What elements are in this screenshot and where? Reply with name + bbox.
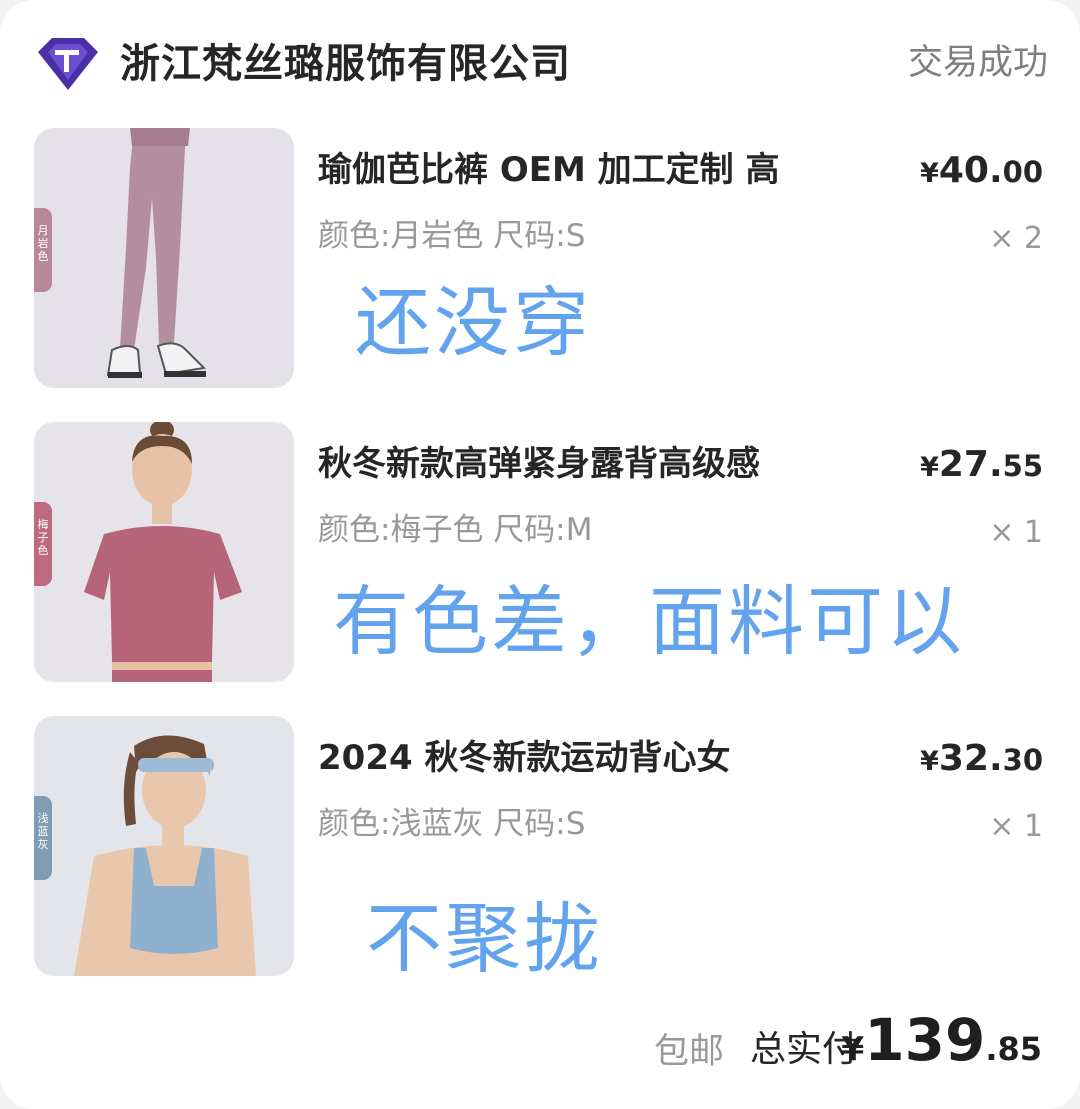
- order-summary: 包邮 总实付 ¥139.85: [0, 1000, 1080, 1096]
- shop-name[interactable]: 浙江梵丝璐服饰有限公司: [120, 36, 571, 92]
- order-item[interactable]: 浅 蓝 灰 2024 秋冬新款运动背心女 颜色:浅蓝灰 尺码:S ¥32.30 …: [0, 716, 1080, 983]
- review-annotation: 不聚拢: [366, 894, 603, 983]
- product-title[interactable]: 秋冬新款高弹紧身露背高级感: [318, 442, 878, 486]
- color-tag: 月 岩 色: [34, 208, 52, 292]
- product-price: ¥32.30: [920, 738, 1043, 779]
- product-quantity: × 1: [989, 515, 1043, 550]
- order-status: 交易成功: [907, 43, 1048, 83]
- product-spec: 颜色:月岩色 尺码:S: [318, 218, 586, 254]
- color-tag: 浅 蓝 灰: [34, 796, 52, 880]
- order-item[interactable]: 梅 子 色 秋冬新款高弹紧身露背高级感 颜色:梅子色 尺码:M ¥27.55 ×…: [0, 422, 1080, 682]
- product-quantity: × 2: [989, 221, 1043, 256]
- leggings-illustration: [34, 128, 294, 388]
- product-image-crop-top[interactable]: 梅 子 色: [34, 422, 294, 682]
- product-price: ¥40.00: [920, 150, 1043, 191]
- order-item[interactable]: 月 岩 色 瑜伽芭比裤 OEM 加工定制 高 颜色:月岩色 尺码:S ¥40.0…: [0, 128, 1080, 388]
- crop-top-illustration: [34, 422, 294, 682]
- shop-logo-icon: [38, 38, 98, 90]
- order-card: 浙江梵丝璐服饰有限公司 交易成功 月 岩 色 瑜伽芭比裤 OEM 加工定制 高 …: [0, 0, 1080, 1109]
- sports-bra-illustration: [34, 716, 294, 976]
- product-spec: 颜色:梅子色 尺码:M: [318, 512, 593, 548]
- review-annotation: 还没穿: [355, 278, 592, 367]
- product-price: ¥27.55: [920, 444, 1043, 485]
- product-spec: 颜色:浅蓝灰 尺码:S: [318, 806, 586, 842]
- shop-header[interactable]: 浙江梵丝璐服饰有限公司 交易成功: [0, 0, 1080, 120]
- color-tag: 梅 子 色: [34, 502, 52, 586]
- total-paid-amount: ¥139.85: [841, 1006, 1042, 1074]
- shipping-label: 包邮: [653, 1032, 724, 1072]
- review-annotation: 有色差，面料可以: [333, 577, 965, 666]
- product-quantity: × 1: [989, 809, 1043, 844]
- product-title[interactable]: 瑜伽芭比裤 OEM 加工定制 高: [318, 148, 878, 192]
- product-image-leggings[interactable]: 月 岩 色: [34, 128, 294, 388]
- product-title[interactable]: 2024 秋冬新款运动背心女: [318, 736, 878, 780]
- product-image-sports-bra[interactable]: 浅 蓝 灰: [34, 716, 294, 976]
